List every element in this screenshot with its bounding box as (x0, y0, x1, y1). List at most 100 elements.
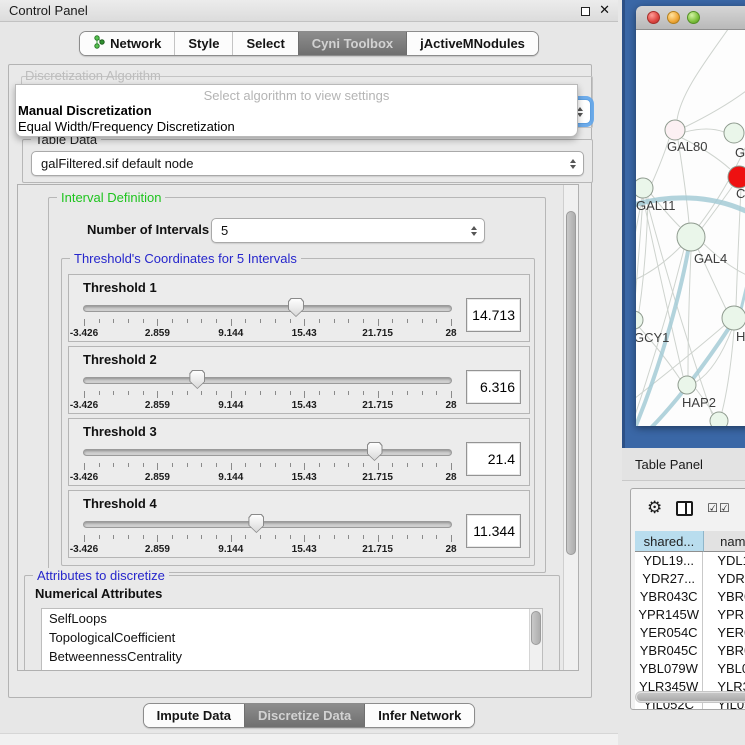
zoom-traffic-light-icon[interactable] (687, 11, 700, 24)
application-root: Control Panel ✕ Network StyleSelectCyni T… (0, 0, 745, 745)
table-row[interactable]: YBR043CYBR04 (635, 588, 745, 606)
tab-impute-data[interactable]: Impute Data (144, 704, 244, 727)
axis-tick-label: -3.426 (70, 328, 98, 339)
tab-infer-network[interactable]: Infer Network (364, 704, 474, 727)
table-row[interactable]: YPR145WYPR14 (635, 606, 745, 624)
table-cell: YBR045C (635, 642, 703, 660)
axis-tick-label: 28 (445, 472, 456, 483)
threshold-1-label: Threshold 1 (83, 280, 521, 295)
table-toolbar: ⚙ ☑☑ (631, 489, 745, 527)
network-node-h[interactable] (722, 306, 745, 330)
threshold-4-value-field[interactable]: 11.344 (466, 514, 521, 548)
axis-tick-label: 15.43 (292, 400, 317, 411)
axis-tick-label: 9.144 (218, 472, 243, 483)
network-node-gal4[interactable] (677, 223, 705, 251)
attributes-list-scrollbar[interactable] (529, 609, 542, 671)
threshold-1-slider[interactable]: -3.4262.8599.14415.4321.71528 (83, 297, 452, 341)
table-row[interactable]: YDR27...YDR27 (635, 570, 745, 588)
close-window-icon[interactable]: ✕ (599, 0, 610, 22)
tab-select[interactable]: Select (232, 32, 297, 55)
table-row[interactable]: YDL19...YDL19 (635, 552, 745, 570)
table-cell: YBR04 (703, 588, 745, 606)
algorithm-dropdown-popup: Select algorithm to view settings Manual… (15, 84, 578, 137)
threshold-4-slider-thumb[interactable] (248, 514, 264, 533)
float-window-icon[interactable] (581, 7, 590, 16)
minimize-traffic-light-icon[interactable] (667, 11, 680, 24)
axis-tick-label: 15.43 (292, 472, 317, 483)
network-node-gal80[interactable] (665, 120, 685, 140)
settings-scrollbar-thumb[interactable] (566, 211, 576, 555)
close-traffic-light-icon[interactable] (647, 11, 660, 24)
axis-tick-label: 21.715 (362, 544, 393, 555)
tab-cyni-toolbox[interactable]: Cyni Toolbox (298, 32, 406, 55)
axis-tick-label: 2.859 (145, 400, 170, 411)
numerical-attributes-list[interactable]: SelfLoopsTopologicalCoefficientBetweenne… (41, 608, 543, 671)
column-header-name[interactable]: name (704, 531, 745, 552)
tab-discretize-data[interactable]: Discretize Data (244, 704, 364, 727)
node-label-hap2: HAP2 (682, 395, 716, 410)
threshold-3-slider[interactable]: -3.4262.8599.14415.4321.71528 (83, 441, 452, 485)
threshold-2-label: Threshold 2 (83, 352, 521, 367)
dropdown-option-equal-width-frequency[interactable]: Equal Width/Frequency Discretization (16, 119, 577, 135)
threshold-2-slider[interactable]: -3.4262.8599.14415.4321.71528 (83, 369, 452, 413)
split-columns-icon[interactable] (676, 501, 693, 516)
num-intervals-select[interactable]: 5 (211, 218, 485, 243)
interval-definition-title: Interval Definition (57, 190, 165, 206)
threshold-3-slider-thumb[interactable] (367, 442, 383, 461)
network-canvas[interactable]: GAL80GAL11GAL4GCY1HHAP2GC (636, 30, 745, 426)
threshold-1-value-field[interactable]: 14.713 (466, 298, 521, 332)
table-hscroll-thumb[interactable] (637, 693, 745, 701)
axis-tick-label: 28 (445, 544, 456, 555)
threshold-2-value-field[interactable]: 6.316 (466, 370, 521, 404)
network-node[interactable] (724, 123, 744, 143)
column-header-shared[interactable]: shared... (635, 531, 704, 552)
node-label-h: H (736, 329, 745, 344)
threshold-1-slider-thumb[interactable] (288, 298, 304, 317)
node-label-gal11: GAL11 (636, 198, 676, 213)
table-data-select[interactable]: galFiltered.sif default node (31, 151, 584, 176)
attribute-item-topologicalcoefficient[interactable]: TopologicalCoefficient (49, 628, 542, 647)
node-table: shared...nameYDL19...YDL19YDR27...YDR27Y… (635, 531, 745, 710)
table-cell: YDL19... (635, 552, 703, 570)
table-data-group: Table Data galFiltered.sif default node (22, 139, 593, 183)
tab-jactivemnodules[interactable]: jActiveMNodules (406, 32, 538, 55)
tab-style[interactable]: Style (174, 32, 232, 55)
table-row[interactable]: YBL079WYBL07 (635, 660, 745, 678)
table-horizontal-scrollbar[interactable] (635, 691, 745, 703)
node-label-gcy1: GCY1 (636, 330, 669, 345)
tab-network-label: Network (110, 36, 161, 51)
network-node-gal11[interactable] (636, 178, 653, 198)
node-label-partial: C (736, 186, 745, 201)
threshold-2-slider-thumb[interactable] (189, 370, 205, 389)
node-table-box: ⚙ ☑☑ shared...nameYDL19...YDL19YDR27...Y… (630, 488, 745, 710)
tab-infer-network-label: Infer Network (378, 708, 461, 723)
threshold-3-value-field[interactable]: 21.4 (466, 442, 521, 476)
attribute-item-selfloops[interactable]: SelfLoops (49, 609, 542, 628)
network-graph[interactable]: GAL80GAL11GAL4GCY1HHAP2GC (636, 30, 745, 426)
table-cell: YDR27 (703, 570, 745, 588)
attributes-group-title: Attributes to discretize (33, 568, 169, 584)
table-row[interactable]: YBR045CYBR04 (635, 642, 745, 660)
node-label-gal4: GAL4 (694, 251, 727, 266)
network-node-hap2[interactable] (678, 376, 696, 394)
table-cell: YPR14 (703, 606, 745, 624)
threshold-4-label: Threshold 4 (83, 496, 521, 511)
control-panel-titlebar: Control Panel ✕ (0, 0, 618, 22)
threshold-3-label: Threshold 3 (83, 424, 521, 439)
threshold-3-box: Threshold 3-3.4262.8599.14415.4321.71528… (68, 418, 530, 486)
table-cell: YER054C (635, 624, 703, 642)
network-window-titlebar[interactable] (636, 6, 745, 30)
threshold-4-slider[interactable]: -3.4262.8599.14415.4321.71528 (83, 513, 452, 557)
gear-icon[interactable]: ⚙ (647, 500, 662, 517)
network-node[interactable] (728, 166, 745, 188)
table-row[interactable]: YER054CYER05 (635, 624, 745, 642)
tab-network[interactable]: Network (80, 32, 174, 55)
network-node[interactable] (710, 412, 728, 426)
axis-tick-label: 21.715 (362, 472, 393, 483)
settings-scroll-area: Interval Definition Number of Intervals … (17, 184, 579, 671)
dropdown-option-manual-discretization[interactable]: Manual Discretization (16, 103, 577, 119)
network-node-gcy1[interactable] (636, 311, 643, 329)
settings-scrollbar[interactable] (563, 185, 578, 670)
column-visibility-icon[interactable]: ☑☑ (707, 501, 731, 515)
attribute-item-betweennesscentrality[interactable]: BetweennessCentrality (49, 647, 542, 666)
